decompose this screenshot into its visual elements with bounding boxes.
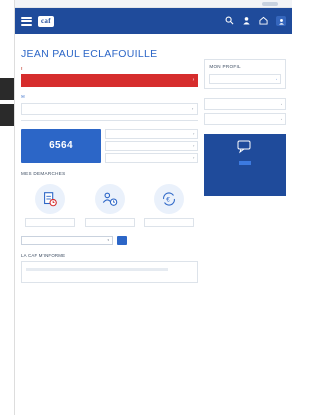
nav-icons — [225, 16, 286, 26]
topbar-toggle[interactable] — [262, 1, 278, 6]
search-icon — [225, 16, 234, 25]
demarche-button[interactable] — [25, 217, 75, 227]
chevron-right-icon: › — [192, 77, 195, 83]
chevron-down-icon: ▾ — [107, 238, 109, 243]
document-clock-icon — [44, 191, 57, 207]
content: JEAN PAUL ECLAFOUILLE ! › ✉ › 6564 › › ›… — [15, 34, 292, 283]
alert-banner[interactable]: › — [21, 74, 199, 87]
demarches-heading-text: MES DEMARCHES — [21, 170, 66, 176]
home-icon — [259, 16, 268, 25]
main-navbar: caf — [15, 8, 292, 34]
demarche-item — [23, 183, 77, 227]
payment-list-item[interactable]: › — [105, 140, 199, 151]
demarche-item: € — [142, 183, 196, 227]
demarche-circle[interactable] — [94, 183, 125, 214]
attestations-row: ▾ — [21, 235, 198, 245]
euro-refresh-icon: € — [163, 192, 176, 206]
nav-search[interactable] — [225, 16, 234, 26]
topbar-right — [262, 1, 282, 6]
payment-list-item[interactable]: › — [105, 152, 199, 163]
nav-home[interactable] — [259, 16, 268, 26]
edge-mark — [0, 104, 14, 126]
catalogue-heading: LA CAF M'INFORME — [21, 252, 66, 258]
divider — [21, 119, 199, 121]
payment-list-item[interactable]: › — [105, 128, 199, 139]
edge-mark — [0, 78, 14, 100]
chevron-right-icon: › — [193, 131, 195, 136]
chevron-right-icon: › — [281, 102, 282, 106]
profile-edit-button[interactable]: › — [209, 74, 281, 84]
promo-box — [204, 134, 286, 196]
page-title: JEAN PAUL ECLAFOUILLE — [21, 48, 158, 60]
demarches-heading: MES DEMARCHES — [21, 171, 198, 176]
main-column: JEAN PAUL ECLAFOUILLE ! › ✉ › 6564 › › ›… — [21, 37, 199, 283]
top-utility-bar — [15, 0, 292, 8]
mail-icon: ✉ — [21, 93, 26, 99]
logo-text: caf — [41, 17, 51, 25]
account-icon — [278, 18, 284, 25]
demarche-circle[interactable]: € — [154, 183, 185, 214]
paiements-block: 6564 › › › — [21, 128, 199, 163]
demarches-grid: € — [21, 183, 198, 227]
demarche-button[interactable] — [84, 217, 135, 227]
warning-icon: ! — [21, 66, 23, 71]
user-icon — [243, 17, 250, 25]
chevron-right-icon: › — [276, 77, 277, 81]
payment-list: › › › — [105, 128, 199, 163]
chevron-right-icon: › — [281, 117, 282, 121]
ressource-item[interactable]: › — [204, 98, 286, 110]
side-column: MON PROFIL › › › — [204, 37, 286, 283]
browser-frame: caf JEAN PAUL ECLAFOUILLE ! › ✉ › 6564 ›… — [14, 0, 292, 415]
profile-heading: MON PROFIL — [209, 64, 241, 69]
chevron-right-icon: › — [192, 106, 194, 111]
placeholder-line — [26, 267, 169, 271]
courrier-heading: ✉ — [21, 94, 198, 100]
demarche-item — [83, 183, 137, 227]
profile-card: MON PROFIL › — [204, 59, 286, 89]
demarche-circle[interactable] — [35, 183, 65, 214]
catalogue-box[interactable] — [21, 260, 199, 283]
breadcrumb-row — [21, 37, 198, 45]
attestation-download-button[interactable] — [117, 235, 127, 245]
payment-card[interactable]: 6564 — [21, 128, 101, 163]
nav-account[interactable] — [276, 16, 286, 26]
ressource-item[interactable]: › — [204, 113, 286, 125]
promo-button[interactable] — [239, 161, 252, 165]
demarche-button[interactable] — [144, 217, 195, 227]
menu-icon[interactable] — [21, 16, 32, 27]
svg-text:€: € — [167, 196, 171, 203]
courrier-row[interactable]: › — [21, 102, 199, 115]
caf-logo[interactable]: caf — [38, 15, 54, 27]
people-clock-icon — [102, 192, 117, 206]
payment-amount: 6564 — [49, 140, 73, 152]
nav-user[interactable] — [242, 16, 251, 26]
chevron-right-icon: › — [193, 143, 195, 148]
chat-icon — [237, 140, 251, 154]
alerts-heading: ! — [21, 66, 198, 71]
chevron-right-icon: › — [193, 155, 195, 160]
left-edge — [0, 0, 14, 415]
header-right — [204, 37, 286, 45]
attestation-select[interactable]: ▾ — [21, 235, 113, 245]
